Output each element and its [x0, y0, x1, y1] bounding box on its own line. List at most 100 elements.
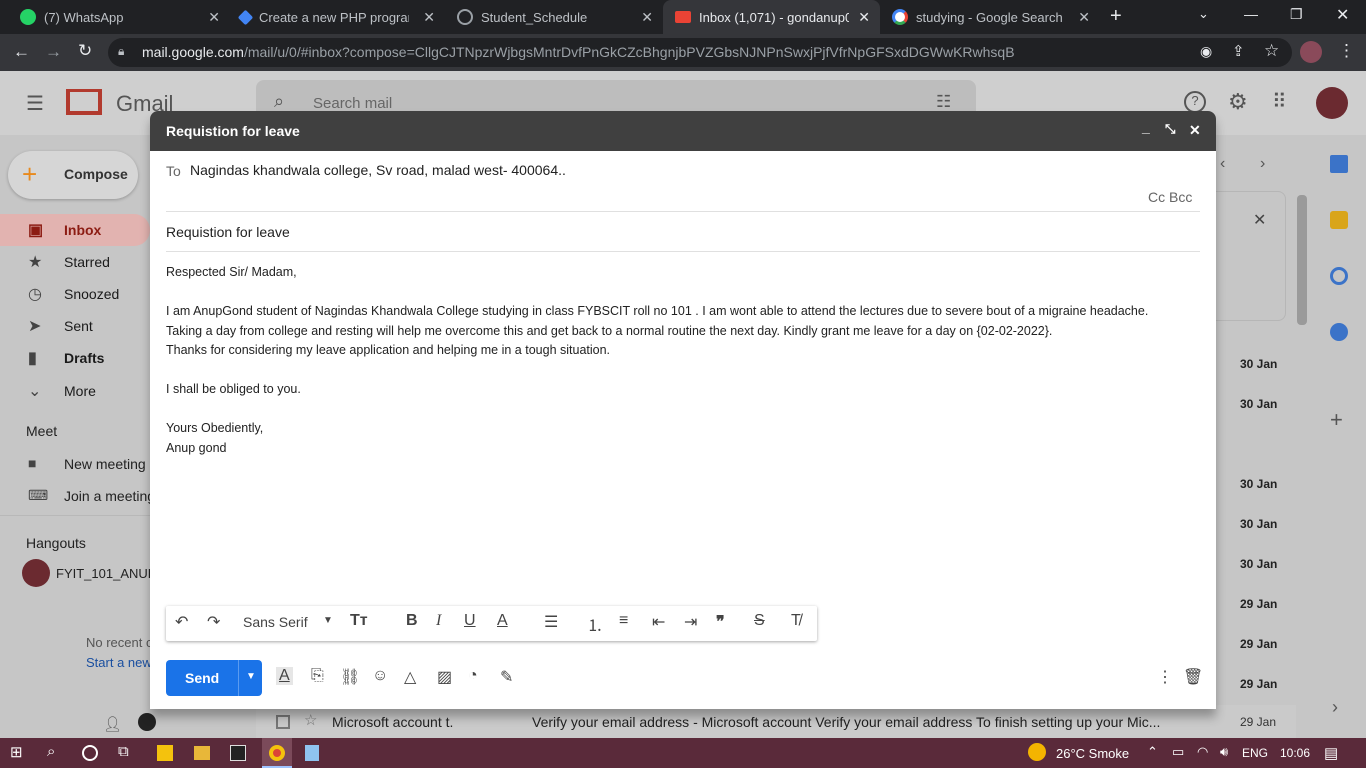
filter-options-icon[interactable]: ☷ — [936, 92, 951, 112]
chevron-up-icon[interactable]: ⌃ — [1147, 744, 1158, 760]
send-options-icon[interactable]: ▼ — [246, 671, 256, 682]
send-button[interactable]: Send ▼ — [166, 660, 262, 696]
language-indicator[interactable]: ENG — [1242, 746, 1268, 760]
tasks-icon[interactable] — [1330, 267, 1348, 285]
tab-whatsapp[interactable]: (7) WhatsApp ✕ — [8, 0, 230, 34]
bookmark-star-icon[interactable]: ☆ — [1264, 41, 1279, 61]
weather-text[interactable]: 26°C Smoke — [1056, 746, 1129, 761]
settings-gear-icon[interactable]: ⚙ — [1228, 89, 1248, 115]
align-icon[interactable]: ☰ — [544, 612, 558, 632]
star-icon[interactable]: ☆ — [304, 711, 317, 729]
exit-fullscreen-icon[interactable]: ⤡ — [1165, 121, 1175, 137]
strikethrough-icon[interactable]: S — [754, 612, 765, 630]
tab-search-icon[interactable]: ⌄ — [1198, 6, 1209, 22]
table-row[interactable]: ☆ Microsoft account t. Verify your email… — [256, 705, 1296, 738]
account-avatar[interactable] — [1316, 87, 1348, 119]
discard-draft-icon[interactable]: 🗑︎ — [1183, 667, 1203, 687]
help-icon[interactable]: ? — [1184, 91, 1206, 113]
reload-icon[interactable]: ↻ — [78, 41, 92, 61]
back-icon[interactable]: ← — [13, 42, 30, 62]
notepad-icon[interactable] — [305, 745, 319, 761]
volume-icon[interactable]: 🔊︎ — [1220, 744, 1228, 760]
new-tab-icon[interactable]: + — [1110, 5, 1122, 28]
new-meeting-link[interactable]: New meeting — [64, 456, 146, 472]
search-input[interactable]: Search mail — [313, 95, 392, 112]
redo-icon[interactable]: ↷ — [207, 612, 220, 632]
hangouts-icon[interactable] — [138, 713, 156, 731]
start-new-link[interactable]: Start a new — [86, 655, 152, 670]
more-options-icon[interactable]: ⋮ — [1157, 667, 1173, 687]
text-color-icon[interactable]: A — [497, 612, 508, 630]
quote-icon[interactable]: ❞ — [716, 612, 725, 632]
italic-icon[interactable]: I — [436, 612, 441, 630]
link-icon[interactable]: ⛓ — [340, 667, 360, 687]
tab-php[interactable]: Create a new PHP program - ✕ — [230, 0, 445, 34]
bulleted-list-icon[interactable]: ≡ — [619, 612, 628, 630]
chrome-taskbar-item[interactable] — [262, 738, 292, 768]
windows-start-icon[interactable]: ⊞ — [10, 743, 23, 761]
search-icon[interactable]: ⌕ — [274, 91, 284, 112]
prev-page-icon[interactable]: ‹ — [1220, 155, 1225, 173]
emoji-icon[interactable]: ☺ — [372, 667, 388, 685]
hangouts-avatar[interactable] — [22, 559, 50, 587]
minimize-icon[interactable]: _ — [1142, 119, 1150, 135]
remove-formatting-icon[interactable]: T̸ — [791, 612, 801, 630]
main-menu-icon[interactable]: ☰ — [26, 91, 44, 116]
close-icon[interactable]: ✕ — [1189, 122, 1201, 139]
join-meeting-link[interactable]: Join a meeting — [64, 488, 155, 504]
keep-icon[interactable] — [1330, 211, 1348, 229]
menu-icon[interactable]: ⋮ — [1338, 41, 1355, 61]
caret-down-icon[interactable]: ▼ — [323, 615, 333, 626]
numbered-list-icon[interactable]: ⒈ — [587, 612, 603, 636]
profile-avatar[interactable] — [1300, 41, 1322, 63]
compose-header[interactable]: Requistion for leave _ ⤡ ✕ — [150, 111, 1216, 151]
contacts-icon[interactable] — [1330, 323, 1348, 341]
clock-text[interactable]: 10:06 — [1280, 746, 1310, 760]
photo-icon[interactable]: ▨ — [437, 667, 452, 687]
task-view-icon[interactable]: ⧉ — [118, 743, 129, 760]
close-icon[interactable]: ✕ — [1078, 9, 1090, 26]
close-icon[interactable]: ✕ — [858, 9, 870, 26]
undo-icon[interactable]: ↶ — [175, 612, 188, 632]
eye-icon[interactable]: ◉ — [1200, 43, 1212, 60]
restore-icon[interactable]: ❐ — [1290, 6, 1303, 23]
to-field[interactable]: Nagindas khandwala college, Sv road, mal… — [190, 162, 566, 178]
subject-field[interactable]: Requistion for leave — [166, 224, 290, 240]
weather-icon[interactable] — [1028, 743, 1046, 761]
underline-icon[interactable]: U — [464, 612, 476, 630]
tab-inbox[interactable]: Inbox (1,071) - gondanup03( ✕ — [663, 0, 880, 34]
wifi-icon[interactable]: ◠ — [1197, 744, 1208, 760]
row-checkbox[interactable] — [276, 715, 290, 729]
url-text[interactable]: mail.google.com/mail/u/0/#inbox?compose=… — [142, 44, 1015, 60]
pycharm-icon[interactable] — [230, 745, 246, 761]
close-icon[interactable]: ✕ — [208, 9, 220, 26]
indent-more-icon[interactable]: ⇥ — [684, 612, 697, 632]
cortana-icon[interactable] — [82, 745, 98, 761]
close-icon[interactable]: ✕ — [1253, 210, 1266, 230]
font-family-select[interactable]: Sans Serif — [243, 614, 308, 630]
minimize-icon[interactable]: — — [1244, 6, 1258, 22]
share-icon[interactable]: ⇪ — [1232, 42, 1245, 60]
person-icon[interactable]: 👤︎ — [103, 715, 122, 733]
hangouts-user[interactable]: FYIT_101_ANUP — [56, 566, 156, 581]
scrollbar[interactable] — [1297, 195, 1307, 325]
file-explorer-icon[interactable] — [194, 746, 210, 760]
expand-panel-icon[interactable]: › — [1332, 697, 1338, 718]
apps-grid-icon[interactable]: ⠿ — [1272, 89, 1287, 114]
close-icon[interactable]: ✕ — [423, 9, 435, 26]
indent-less-icon[interactable]: ⇤ — [652, 612, 665, 632]
forward-icon[interactable]: → — [45, 42, 62, 62]
signature-icon[interactable]: ✎ — [500, 667, 513, 687]
search-icon[interactable]: ⌕ — [47, 743, 55, 760]
battery-icon[interactable]: ▭ — [1172, 744, 1184, 760]
sidebar-item-inbox[interactable]: ▣ Inbox — [0, 214, 150, 246]
next-page-icon[interactable]: › — [1260, 155, 1265, 173]
font-size-icon[interactable]: Tт — [350, 612, 368, 630]
cc-bcc-link[interactable]: Cc Bcc — [1148, 189, 1192, 205]
add-addon-icon[interactable]: + — [1330, 407, 1343, 433]
tab-google-search[interactable]: studying - Google Search ✕ — [880, 0, 1100, 34]
formatting-options-icon[interactable]: A — [276, 667, 293, 685]
tab-student-schedule[interactable]: Student_Schedule ✕ — [445, 0, 663, 34]
close-window-icon[interactable]: ✕ — [1336, 5, 1349, 25]
calendar-icon[interactable] — [1330, 155, 1348, 173]
